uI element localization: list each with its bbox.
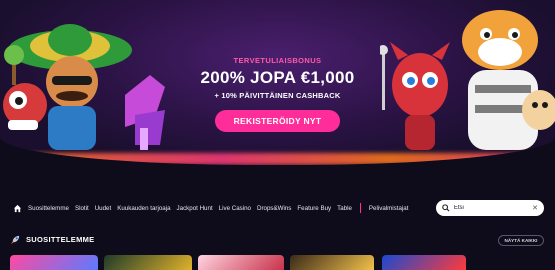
- hero-banner: TERVETULIAISBONUS 200% JOPA €1,000 + 10%…: [0, 0, 555, 165]
- game-tiles-row: [0, 255, 555, 270]
- hero-glow-divider: [0, 153, 555, 165]
- game-tile[interactable]: [198, 255, 284, 270]
- nav-item-slotit[interactable]: Slotit: [75, 205, 89, 212]
- search-input[interactable]: [453, 205, 533, 211]
- register-button[interactable]: REKISTERÖIDY NYT: [214, 110, 341, 132]
- tiger-character-illustration: [380, 10, 555, 150]
- nav-item-pelivalmistajat[interactable]: Pelivalmistajat: [369, 205, 409, 212]
- nav-separator: [359, 203, 361, 213]
- nav-item-feature-buy[interactable]: Feature Buy: [297, 205, 331, 212]
- game-tile[interactable]: [290, 255, 374, 270]
- section-title: SUOSITTELEMME: [26, 235, 95, 244]
- nav-item-live-casino[interactable]: Live Casino: [219, 205, 251, 212]
- nav-item-jackpot-hunt[interactable]: Jackpot Hunt: [177, 205, 213, 212]
- nav-item-table[interactable]: Table: [337, 205, 352, 212]
- game-tile[interactable]: [104, 255, 192, 270]
- hero-title: 200% JOPA €1,000: [200, 68, 355, 87]
- nav-item-suosittelemme[interactable]: Suosittelemme: [28, 205, 69, 212]
- home-icon[interactable]: [13, 204, 22, 213]
- search-box[interactable]: ✕: [436, 200, 544, 216]
- recommended-section-header: SUOSITTELEMME: [10, 234, 95, 245]
- hero-kicker: TERVETULIAISBONUS: [233, 56, 322, 65]
- nav-item-drops-wins[interactable]: Drops&Wins: [257, 205, 291, 212]
- show-all-button[interactable]: NÄYTÄ KAIKKI: [498, 235, 544, 246]
- nav-item-kuukauden-tarjoaja[interactable]: Kuukauden tarjoaja: [117, 205, 170, 212]
- rocket-icon: [10, 235, 20, 245]
- search-icon: [442, 204, 450, 212]
- hero-subtitle: + 10% PÄIVITTÄINEN CASHBACK: [214, 91, 341, 100]
- hero-content: TERVETULIAISBONUS 200% JOPA €1,000 + 10%…: [150, 56, 405, 132]
- game-tile[interactable]: [10, 255, 98, 270]
- game-tile[interactable]: [382, 255, 466, 270]
- nav-item-uudet[interactable]: Uudet: [95, 205, 112, 212]
- close-icon[interactable]: ✕: [532, 204, 538, 212]
